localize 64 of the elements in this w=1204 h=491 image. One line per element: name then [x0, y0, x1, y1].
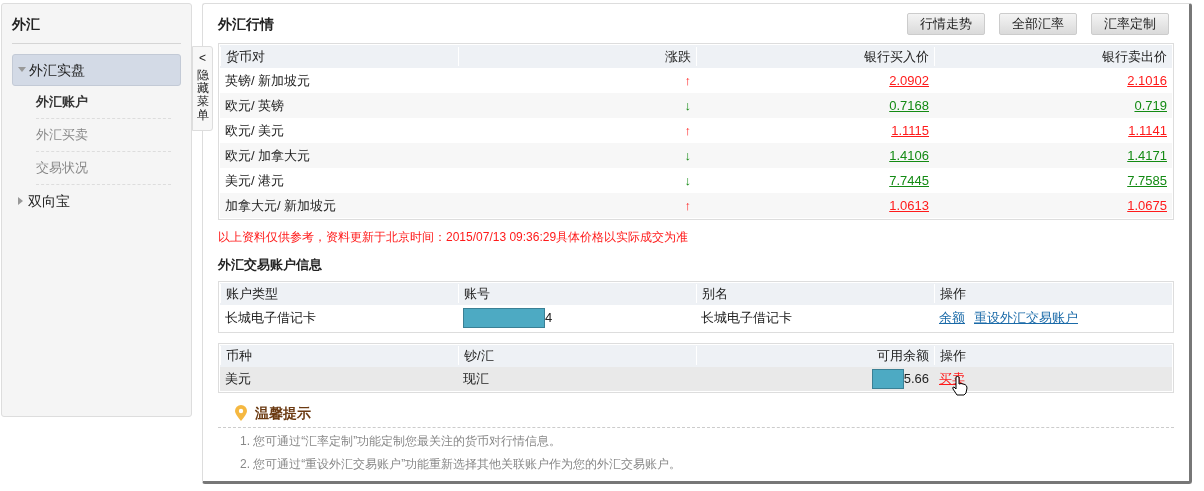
tip-text: 1. 您可通过“汇率定制”功能定制您最关注的货币对行情信息。 — [240, 432, 563, 450]
table-cell-text: 英镑/ 新加坡元 — [224, 71, 312, 90]
column-header: 操作 — [934, 283, 1172, 304]
price-link[interactable]: 2.0902 — [889, 72, 929, 88]
action-link[interactable]: 重设外汇交易账户 — [974, 307, 1078, 328]
column-header: 钞/汇 — [458, 345, 696, 366]
table-cell-text: 5.66 — [903, 369, 929, 388]
price-link[interactable]: 7.7585 — [1127, 172, 1167, 188]
column-header: 银行买入价 — [696, 46, 934, 67]
column-header: 货币对 — [220, 46, 458, 67]
price-link[interactable]: 0.7168 — [889, 97, 929, 113]
table-cell-text: 加拿大元/ 新加坡元 — [224, 196, 338, 215]
price-link[interactable]: 1.0613 — [889, 197, 929, 213]
trend-arrow: ↑ — [684, 197, 691, 213]
sidebar-title: 外汇 — [12, 14, 181, 44]
action-link[interactable]: 余额 — [939, 307, 965, 328]
toolbar-button[interactable]: 全部汇率 — [999, 13, 1077, 35]
table-cell-text: 4 — [545, 308, 553, 327]
tips-title: 温馨提示 — [255, 403, 311, 423]
hide-menu-tab[interactable]: < 隐藏菜单 — [192, 46, 213, 131]
section-title: 外汇交易账户信息 — [218, 256, 323, 274]
table-cell-text: 欧元/ 英镑 — [224, 96, 286, 115]
column-header: 别名 — [696, 283, 934, 304]
location-pin-icon — [235, 405, 247, 421]
column-header: 账号 — [458, 283, 696, 304]
price-link[interactable]: 0.719 — [1134, 97, 1167, 113]
price-link[interactable]: 1.0675 — [1127, 197, 1167, 213]
column-header: 操作 — [934, 345, 1172, 366]
section-title: 外汇行情 — [218, 14, 274, 34]
table-cell-text: 现汇 — [462, 369, 490, 388]
sidebar-group[interactable]: 双向宝 — [12, 185, 181, 217]
redaction-box — [871, 368, 904, 389]
sidebar-item[interactable]: 外汇账户 — [36, 86, 171, 119]
column-header: 币种 — [220, 345, 458, 366]
table-cell-text: 欧元/ 美元 — [224, 121, 286, 140]
sidebar-item[interactable]: 交易状况 — [36, 152, 171, 185]
trend-arrow: ↓ — [684, 147, 691, 163]
toolbar-button[interactable]: 汇率定制 — [1091, 13, 1169, 35]
price-link[interactable]: 7.7445 — [889, 172, 929, 188]
toolbar-button[interactable]: 行情走势 — [907, 13, 985, 35]
trend-arrow: ↑ — [684, 122, 691, 138]
tip-text: 2. 您可通过“重设外汇交易账户”功能重新选择其他关联账户作为您的外汇交易账户。 — [240, 455, 683, 473]
table-cell-text: 欧元/ 加拿大元 — [224, 146, 312, 165]
table-cell-text: 美元 — [224, 369, 252, 388]
caret-down-icon — [18, 66, 26, 74]
sidebar-group[interactable]: 外汇实盘 — [12, 54, 181, 86]
trend-arrow: ↓ — [684, 172, 691, 188]
table-cell-text: 长城电子借记卡 — [224, 308, 317, 327]
price-link[interactable]: 1.4106 — [889, 147, 929, 163]
column-header: 涨跌 — [458, 46, 696, 67]
trend-arrow: ↓ — [684, 97, 691, 113]
caret-right-icon — [17, 197, 25, 205]
table-cell-text: 长城电子借记卡 — [700, 308, 793, 327]
table-cell-text: 美元/ 港元 — [224, 171, 286, 190]
price-link[interactable]: 1.1115 — [891, 122, 929, 138]
price-link[interactable]: 2.1016 — [1127, 72, 1167, 88]
update-note: 以上资料仅供参考，资料更新于北京时间：2015/07/13 09:36:29具体价格以实际成交为准 — [218, 229, 690, 246]
trend-arrow: ↑ — [684, 72, 691, 88]
price-link[interactable]: 1.4171 — [1127, 147, 1167, 163]
column-header: 账户类型 — [220, 283, 458, 304]
column-header: 银行卖出价 — [934, 46, 1172, 67]
price-link[interactable]: 1.1141 — [1128, 122, 1167, 138]
column-header: 可用余额 — [696, 345, 934, 366]
sidebar-item[interactable]: 外汇买卖 — [36, 119, 171, 152]
